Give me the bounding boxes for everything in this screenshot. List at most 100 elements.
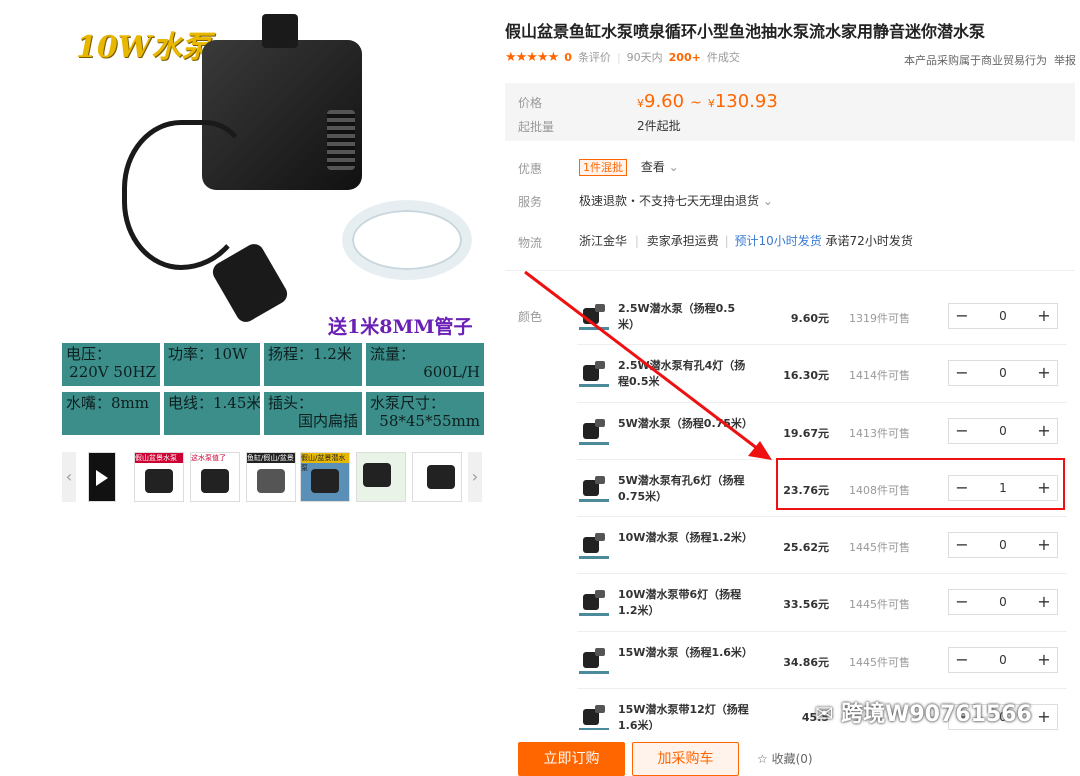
sku-stock: 1413件可售	[849, 426, 910, 440]
watermark: ✉ 跨境W90761566	[815, 702, 1032, 727]
minus-button[interactable]: −	[949, 304, 975, 328]
pump-grill	[327, 110, 355, 170]
quantity-input[interactable]: 0	[975, 595, 1031, 609]
sku-thumbnail	[579, 703, 609, 734]
quantity-stepper: −0 +	[948, 417, 1058, 444]
sku-stock: 1445件可售	[849, 541, 910, 555]
sku-price: 33.56元	[783, 598, 829, 612]
minus-button[interactable]: −	[949, 361, 975, 385]
thumbnail[interactable]	[356, 452, 406, 502]
thumb-video[interactable]	[88, 452, 116, 502]
action-bar: 立即订购 加采购车 ☆ 收藏(0)	[505, 730, 1080, 776]
plus-button[interactable]: +	[1031, 304, 1057, 328]
thumbnail[interactable]: 这水泵值了	[190, 452, 240, 502]
plus-button[interactable]: +	[1031, 361, 1057, 385]
plus-button[interactable]: +	[1031, 533, 1057, 557]
thumbnail[interactable]	[412, 452, 462, 502]
service-row[interactable]: 极速退款・不支持七天无理由退货 ⌄	[579, 192, 773, 209]
sku-price: 25.62元	[783, 541, 829, 555]
product-title: 假山盆景鱼缸水泵喷泉循环小型鱼池抽水泵流水家用静音迷你潜水泵	[505, 22, 986, 41]
sku-price: 16.30元	[783, 369, 829, 383]
logistics-row: 浙江金华 | 卖家承担运费 | 预计10小时发货 承诺72小时发货	[579, 234, 913, 248]
sku-name: 5W潜水泵（扬程0.75米）	[618, 416, 753, 430]
buy-now-button[interactable]: 立即订购	[518, 742, 625, 776]
spec-cell: 电线：1.45米	[164, 392, 260, 435]
chevron-down-icon: ⌄	[762, 194, 773, 208]
spec-cell: 插头： 国内扁插	[264, 392, 362, 435]
minus-button[interactable]: −	[949, 419, 975, 443]
sku-thumbnail	[579, 359, 609, 390]
quantity-input[interactable]: 0	[975, 366, 1031, 380]
thumb-prev-arrow-icon[interactable]: ‹	[62, 452, 76, 502]
main-product-image[interactable]: 10W水泵 送1米8MM管子	[62, 0, 482, 342]
thumbnail[interactable]: 假山盆景水泵	[134, 452, 184, 502]
sku-stock: 1445件可售	[849, 598, 910, 612]
quantity-input[interactable]: 1	[975, 481, 1031, 495]
sku-row: 10W潜水泵带6灯（扬程1.2米） 33.56元 1445件可售 −0 +	[577, 574, 1067, 632]
sku-thumbnail	[579, 473, 609, 504]
spec-grid: 电压： 220V 50HZ 功率：10W 扬程：1.2米 流量： 600L/H 水嘴…	[62, 343, 484, 435]
trade-note: 本产品采购属于商业贸易行为	[904, 54, 1047, 67]
sku-name: 2.5W潜水泵（扬程0.5米）	[618, 302, 736, 331]
quantity-input[interactable]: 0	[975, 309, 1031, 323]
power-cord	[122, 120, 252, 270]
spec-cell: 电压： 220V 50HZ	[62, 343, 160, 386]
play-icon	[96, 470, 108, 486]
sku-name: 10W潜水泵（扬程1.2米）	[618, 531, 753, 545]
minus-button[interactable]: −	[949, 476, 975, 500]
sku-stock: 1445件可售	[849, 655, 910, 669]
sku-name: 2.5W潜水泵有孔4灯（扬程0.5米	[618, 359, 746, 389]
thumbnail-strip: ‹ 假山盆景水泵 这水泵值了 鱼缸/假山/盆景 假山/盆景潜水泵 ›	[62, 452, 482, 502]
chevron-down-icon: ⌄	[668, 160, 679, 174]
quantity-input[interactable]: 0	[975, 424, 1031, 438]
sku-row: 2.5W潜水泵（扬程0.5米） 9.60元 1319件可售 −0 +	[577, 288, 1067, 346]
star-rating-icon: ★★★★★	[505, 49, 559, 65]
quantity-stepper: −1 +	[948, 474, 1058, 501]
minus-button[interactable]: −	[949, 590, 975, 614]
divider: |	[616, 50, 621, 64]
ship-promise: 承诺72小时发货	[825, 234, 913, 248]
spec-cell: 流量： 600L/H	[366, 343, 484, 386]
add-to-cart-button[interactable]: 加采购车	[632, 742, 739, 776]
plus-button[interactable]: +	[1031, 419, 1057, 443]
report-link[interactable]: 举报	[1054, 52, 1076, 68]
sku-thumbnail	[579, 645, 609, 676]
sku-thumbnail	[579, 588, 609, 619]
sku-price: 19.67元	[783, 426, 829, 440]
service-label: 服务	[518, 195, 543, 209]
moq-label: 起批量	[518, 120, 555, 134]
spec-cell: 功率：10W	[164, 343, 260, 386]
sku-color-label: 颜色	[518, 310, 543, 324]
review-label[interactable]: 条评价	[578, 49, 611, 65]
deal-count: 200+	[668, 50, 701, 64]
plus-button[interactable]: +	[1031, 705, 1057, 729]
quantity-input[interactable]: 0	[975, 653, 1031, 667]
plus-button[interactable]: +	[1031, 476, 1057, 500]
period-label: 90天内	[626, 51, 663, 64]
favorite-button[interactable]: ☆ 收藏(0)	[757, 750, 813, 767]
price-range: ¥9.60 ~ ¥130.93	[637, 91, 778, 112]
sku-stock: 1319件可售	[849, 312, 910, 325]
tube-coil	[342, 200, 472, 280]
sku-price: 9.60元	[790, 312, 829, 325]
promo-view-link[interactable]: 查看 ⌄	[641, 160, 679, 174]
promo-label: 优惠	[518, 162, 543, 176]
thumbnail[interactable]: 假山/盆景潜水泵	[300, 452, 350, 502]
price-box: 价格 ¥9.60 ~ ¥130.93 起批量 2件起批	[505, 83, 1075, 141]
pump-outlet	[262, 14, 298, 48]
plus-button[interactable]: +	[1031, 648, 1057, 672]
thumb-next-arrow-icon[interactable]: ›	[468, 452, 482, 502]
minus-button[interactable]: −	[949, 533, 975, 557]
sku-row: 10W潜水泵（扬程1.2米） 25.62元 1445件可售 −0 +	[577, 517, 1067, 575]
sku-row-selected: 5W潜水泵有孔6灯（扬程0.75米） 23.76元 1408件可售 −1 +	[577, 460, 1067, 518]
plus-button[interactable]: +	[1031, 590, 1057, 614]
sku-list: 2.5W潜水泵（扬程0.5米） 9.60元 1319件可售 −0 + 2.5W潜水…	[577, 288, 1067, 747]
rating-row: ★★★★★ 0 条评价 | 90天内 200+ 件成交	[505, 49, 740, 65]
minus-button[interactable]: −	[949, 648, 975, 672]
spec-cell: 扬程：1.2米	[264, 343, 362, 386]
review-count[interactable]: 0	[564, 51, 572, 64]
image-title-art: 10W水泵	[76, 30, 212, 65]
sku-row: 2.5W潜水泵有孔4灯（扬程0.5米 16.30元 1414件可售 −0 +	[577, 345, 1067, 403]
thumbnail[interactable]: 鱼缸/假山/盆景	[246, 452, 296, 502]
quantity-input[interactable]: 0	[975, 538, 1031, 552]
